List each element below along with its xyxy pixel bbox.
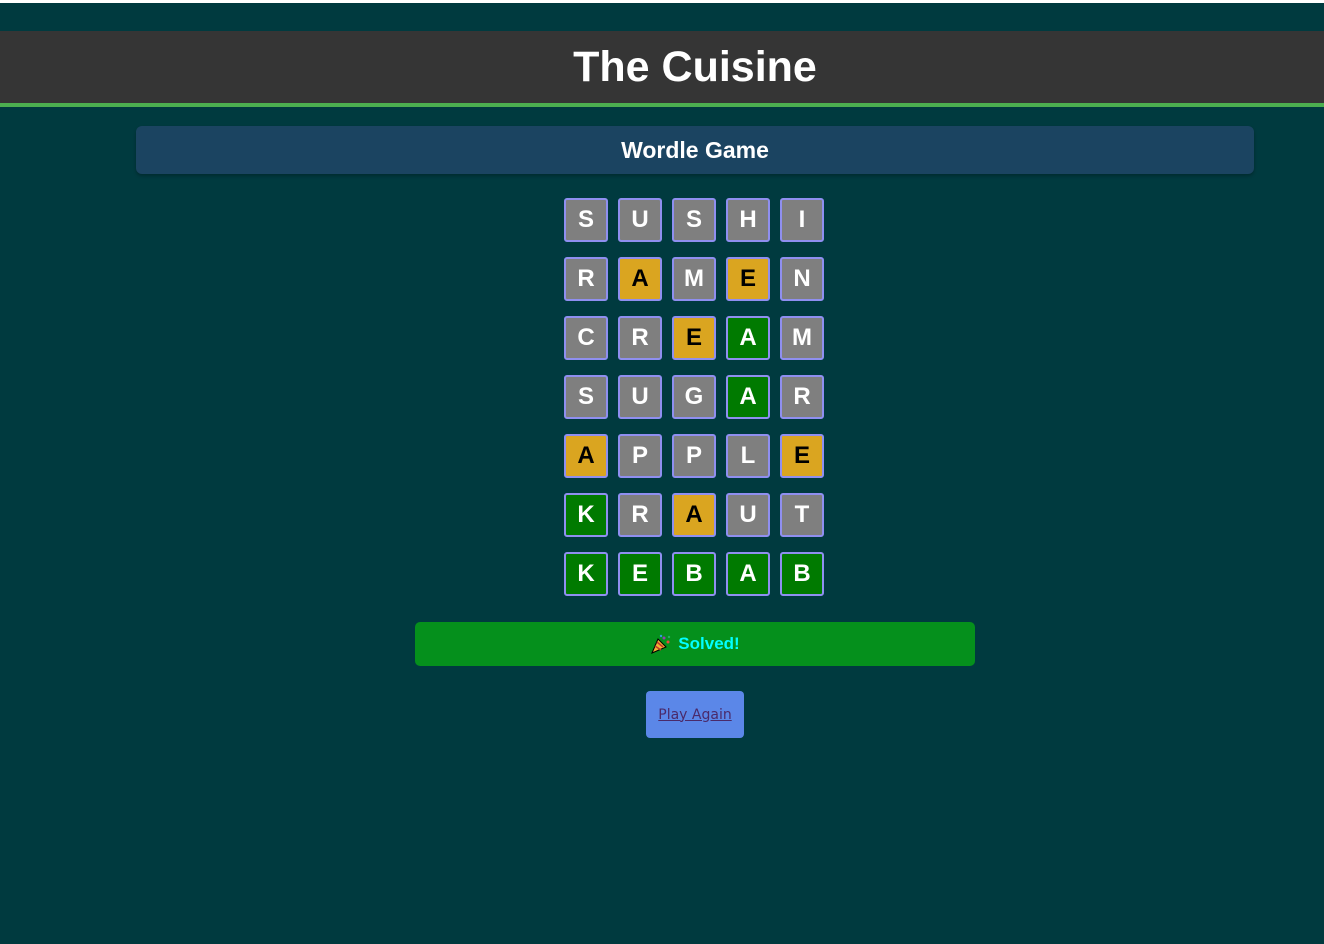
letter-tile-correct: K [564,493,608,537]
letter-tile-absent: U [618,198,662,242]
party-popper-icon [650,634,672,654]
status-banner: Solved! [415,622,975,666]
guess-row: KEBAB [564,552,826,597]
guess-row: SUSHI [564,198,826,243]
game-title: Wordle Game [621,136,769,163]
letter-tile-absent: R [780,375,824,419]
letter-tile-absent: P [672,434,716,478]
letter-tile-absent: L [726,434,770,478]
letter-tile-absent: S [672,198,716,242]
play-again-button[interactable]: Play Again [646,691,744,738]
letter-tile-correct: B [672,552,716,596]
letter-tile-absent: N [780,257,824,301]
guess-row: SUGAR [564,375,826,420]
letter-tile-present: A [672,493,716,537]
letter-tile-absent: I [780,198,824,242]
letter-tile-present: E [672,316,716,360]
letter-tile-correct: B [780,552,824,596]
guess-row: APPLE [564,434,826,479]
letter-tile-absent: C [564,316,608,360]
letter-tile-absent: U [726,493,770,537]
letter-tile-correct: A [726,375,770,419]
letter-tile-absent: S [564,375,608,419]
letter-tile-correct: A [726,552,770,596]
letter-tile-absent: G [672,375,716,419]
guess-row: KRAUT [564,493,826,538]
letter-tile-absent: R [564,257,608,301]
letter-tile-absent: H [726,198,770,242]
site-header: The Cuisine [0,31,1324,107]
letter-tile-absent: T [780,493,824,537]
game-title-bar: Wordle Game [136,126,1254,174]
letter-tile-absent: S [564,198,608,242]
letter-tile-present: A [618,257,662,301]
guess-row: CREAM [564,316,826,361]
top-strip [0,0,1324,3]
letter-tile-present: E [726,257,770,301]
letter-tile-absent: R [618,493,662,537]
letter-tile-absent: M [672,257,716,301]
letter-tile-absent: P [618,434,662,478]
letter-tile-absent: U [618,375,662,419]
letter-tile-correct: E [618,552,662,596]
guess-row: RAMEN [564,257,826,302]
game-board: SUSHIRAMENCREAMSUGARAPPLEKRAUTKEBAB [564,198,826,611]
site-title: The Cuisine [573,42,817,91]
status-text: Solved! [678,634,740,653]
letter-tile-correct: K [564,552,608,596]
letter-tile-absent: M [780,316,824,360]
letter-tile-correct: A [726,316,770,360]
letter-tile-absent: R [618,316,662,360]
letter-tile-present: A [564,434,608,478]
letter-tile-present: E [780,434,824,478]
